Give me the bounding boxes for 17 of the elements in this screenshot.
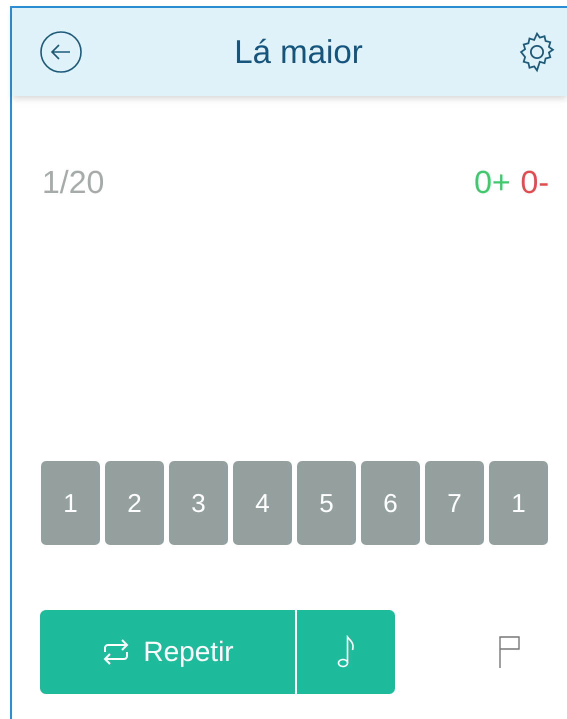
back-icon (40, 31, 82, 73)
screen-title: Lá maior (234, 32, 363, 72)
scale-degree-key[interactable]: 5 (297, 461, 356, 545)
question-counter: 1/20 (42, 163, 104, 202)
back-button[interactable] (40, 31, 82, 73)
correct-count: 0+ (474, 163, 511, 202)
wrong-count: 0- (520, 163, 549, 202)
flag-icon (498, 635, 522, 669)
repeat-button[interactable]: Repetir (40, 610, 295, 694)
music-note-icon (337, 635, 355, 669)
scale-degree-key[interactable]: 2 (105, 461, 164, 545)
scale-degree-key[interactable]: 1 (489, 461, 548, 545)
scale-degree-key[interactable]: 6 (361, 461, 420, 545)
scale-degree-key[interactable]: 3 (169, 461, 228, 545)
scale-degree-key[interactable]: 4 (233, 461, 292, 545)
scale-degree-key[interactable]: 7 (425, 461, 484, 545)
scale-degree-key[interactable]: 1 (41, 461, 100, 545)
